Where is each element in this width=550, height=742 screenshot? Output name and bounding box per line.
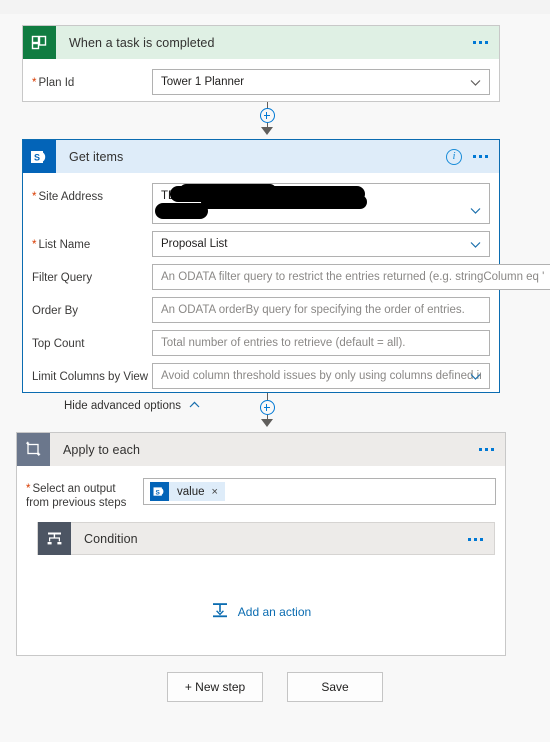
connector2-arrowhead-icon [261,419,273,427]
get-items-card-header[interactable]: S Get items i [23,140,499,173]
limit-columns-by-view-row: Limit Columns by View Avoid column thres… [32,363,490,389]
site-address-input[interactable]: TE int.com/sites [152,183,490,224]
top-count-row: Top Count Total number of entries to ret… [32,330,490,356]
filter-query-row: Filter Query An ODATA filter query to re… [32,264,550,290]
apply-to-each-body: * Select an output from previous steps S … [17,466,505,631]
select-output-label: * Select an output from previous steps [26,483,127,509]
list-name-required-asterisk: * [32,239,37,251]
output-token-value[interactable]: S value × [150,482,225,501]
plan-id-row: * Plan Id Tower 1 Planner [32,69,490,95]
apply-to-each-header-actions [477,433,496,466]
plan-id-chevron-down-icon[interactable] [469,76,482,89]
trigger-card-header-actions [471,26,490,59]
site-address-required-asterisk: * [32,191,37,203]
list-name-value: Proposal List [161,238,228,250]
svg-text:S: S [155,489,160,496]
add-an-action-label: Add an action [237,604,312,619]
redaction-mark-2 [201,195,367,209]
select-output-input[interactable]: S value × [143,478,496,505]
list-name-label: * List Name [32,239,91,251]
trigger-card-when-a-task-is-completed[interactable]: When a task is completed * Plan Id Tower … [22,25,500,102]
filter-query-input[interactable]: An ODATA filter query to restrict the en… [152,264,550,290]
top-count-label: Top Count [32,338,85,350]
flow-designer-canvas: When a task is completed * Plan Id Tower … [0,14,550,742]
save-button[interactable]: Save [287,672,383,702]
redaction-mark-3 [155,203,208,219]
plan-id-value: Tower 1 Planner [161,76,245,88]
filter-query-label: Filter Query [32,272,93,284]
chevron-up-icon [188,400,201,412]
condition-header-actions [466,523,485,556]
limit-columns-by-view-placeholder: Avoid column threshold issues by only us… [161,370,481,382]
plan-id-input[interactable]: Tower 1 Planner [152,69,490,95]
insert-step-plus-icon[interactable] [259,108,275,123]
token-sharepoint-icon: S [150,482,169,501]
loop-icon [17,433,50,466]
trigger-card-more-menu-icon[interactable] [471,37,490,48]
get-items-header-actions: i [446,140,490,173]
condition-more-menu-icon[interactable] [466,534,485,545]
site-address-label: * Site Address [32,191,104,203]
connector2-line-top [266,393,268,400]
window-top-strip [0,0,550,14]
limit-columns-by-view-input[interactable]: Avoid column threshold issues by only us… [152,363,490,389]
order-by-placeholder: An ODATA orderBy query for specifying th… [161,304,465,316]
order-by-input[interactable]: An ODATA orderBy query for specifying th… [152,297,490,323]
trigger-card-header[interactable]: When a task is completed [23,26,499,59]
condition-icon [38,522,71,555]
site-address-chevron-down-icon[interactable] [469,204,482,217]
limit-columns-by-view-label: Limit Columns by View [32,371,149,383]
get-items-more-menu-icon[interactable] [471,151,490,162]
order-by-label: Order By [32,305,79,317]
list-name-input[interactable]: Proposal List [152,231,490,257]
connector-get-items-to-apply-to-each [252,393,282,431]
order-by-row: Order By An ODATA orderBy query for spec… [32,297,490,323]
planner-icon [23,26,56,59]
select-output-required-asterisk: * [26,483,31,495]
action-card-get-items[interactable]: S Get items i *Site Address TE int.com/s… [22,139,550,412]
limit-columns-chevron-down-icon[interactable] [469,370,482,383]
list-name-chevron-down-icon[interactable] [469,238,482,251]
plan-id-required-asterisk: * [32,77,37,89]
output-token-label: value [177,485,205,498]
footer-actions: + New step Save [0,672,550,702]
select-output-label-line2: from previous steps [26,497,127,509]
filter-query-placeholder: An ODATA filter query to restrict the en… [161,271,545,283]
connector-trigger-to-get-items [252,102,282,139]
select-output-row: * Select an output from previous steps S … [26,478,496,510]
new-step-button[interactable]: + New step [167,672,263,702]
add-an-action-button[interactable]: Add an action [26,601,496,622]
add-action-icon [211,601,229,622]
output-token-remove-icon[interactable]: × [212,486,218,498]
redaction-mark-4 [180,184,276,196]
info-icon[interactable]: i [446,148,462,165]
top-count-placeholder: Total number of entries to retrieve (def… [161,337,406,349]
apply-to-each-more-menu-icon[interactable] [477,444,496,455]
site-address-row: *Site Address TE int.com/sites [32,183,490,224]
hide-advanced-options-label: Hide advanced options [64,400,181,412]
get-items-card-title: Get items [69,149,124,164]
get-items-card-body: *Site Address TE int.com/sites [23,173,550,423]
action-card-apply-to-each[interactable]: Apply to each * Select an output from pre… [16,432,506,656]
apply-to-each-header[interactable]: Apply to each [17,433,505,466]
top-count-input[interactable]: Total number of entries to retrieve (def… [152,330,490,356]
condition-title: Condition [84,531,138,546]
action-card-condition[interactable]: Condition [37,522,495,555]
connector-arrowhead-icon [261,127,273,135]
plan-id-label: * Plan Id [32,77,75,89]
insert-step-plus-icon-2[interactable] [259,400,275,415]
list-name-row: * List Name Proposal List [32,231,490,257]
sharepoint-icon: S [23,140,56,173]
svg-text:S: S [33,152,39,162]
apply-to-each-title: Apply to each [63,442,141,457]
trigger-card-title: When a task is completed [69,35,215,50]
